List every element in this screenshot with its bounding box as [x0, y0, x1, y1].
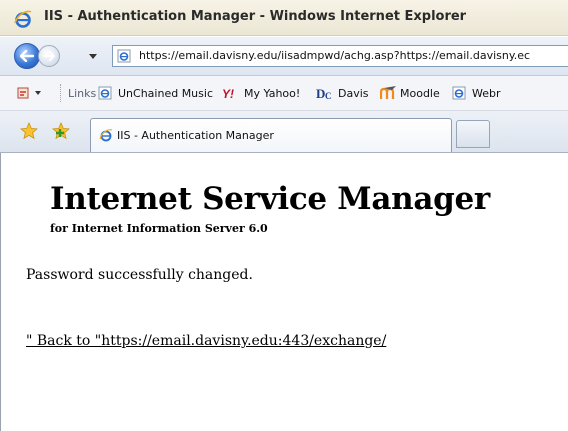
favorites-dropdown-caret[interactable] [35, 91, 41, 95]
link-label: Webr [472, 87, 501, 100]
yahoo-icon: Y! [222, 87, 234, 100]
window-title: IIS - Authentication Manager - Windows I… [44, 9, 467, 24]
address-url: https://email.davisny.edu/iisadmpwd/achg… [139, 49, 531, 62]
ie-page-icon [452, 86, 466, 100]
link-label: UnChained Music [118, 87, 213, 100]
toolbar-grip [60, 84, 62, 102]
tab-bar: IIS - Authentication Manager [0, 111, 568, 153]
add-favorite-icon[interactable] [52, 122, 70, 140]
ie-page-icon [98, 86, 112, 100]
ie-page-icon [99, 129, 113, 142]
svg-text:Y!: Y! [222, 87, 234, 100]
svg-text:C: C [325, 91, 332, 100]
address-input[interactable]: https://email.davisny.edu/iisadmpwd/achg… [112, 45, 568, 67]
svg-text:D: D [316, 86, 325, 100]
moodle-icon [380, 86, 396, 99]
favorites-center-icon[interactable] [16, 86, 30, 100]
forward-arrow-icon [43, 51, 55, 61]
link-label: My Yahoo! [244, 87, 301, 100]
ie-page-icon [117, 49, 131, 63]
links-label: Links [68, 87, 97, 100]
tab-iis-authentication-manager[interactable]: IIS - Authentication Manager [90, 118, 452, 152]
navigation-bar: https://email.davisny.edu/iisadmpwd/achg… [0, 37, 568, 76]
recent-pages-dropdown[interactable] [89, 54, 97, 59]
link-label: Moodle [400, 87, 440, 100]
back-arrow-icon [20, 50, 34, 62]
back-button[interactable] [14, 43, 40, 69]
page-content: Internet Service Manager for Internet In… [0, 153, 568, 431]
forward-button[interactable] [38, 45, 60, 67]
dc-logo-icon: D C [316, 86, 332, 100]
frame-border [0, 153, 1, 431]
favorites-star-icon[interactable] [20, 122, 38, 140]
new-tab-button[interactable] [456, 120, 490, 148]
page-title: Internet Service Manager [50, 181, 490, 217]
status-message: Password successfully changed. [26, 267, 253, 283]
links-toolbar: Links UnChained Music Y! My Yahoo! D C D… [0, 76, 568, 111]
page-subtitle: for Internet Information Server 6.0 [50, 222, 268, 235]
ie-logo-icon [14, 10, 32, 28]
back-to-exchange-link[interactable]: " Back to "https://email.davisny.edu:443… [26, 333, 386, 349]
title-bar: IIS - Authentication Manager - Windows I… [0, 0, 568, 36]
tab-label: IIS - Authentication Manager [117, 129, 274, 142]
link-label: Davis [338, 87, 369, 100]
